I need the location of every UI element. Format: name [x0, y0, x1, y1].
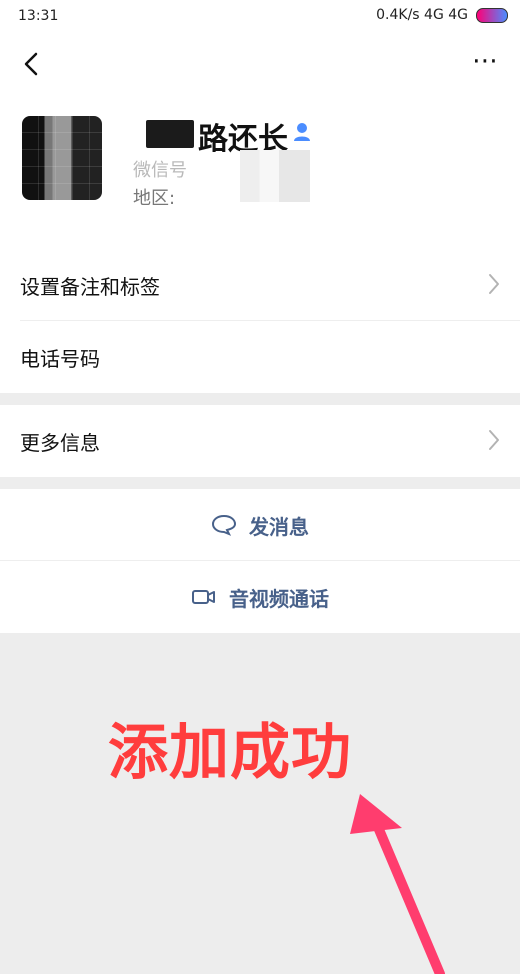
more-info-row[interactable]: 更多信息 [0, 405, 520, 477]
set-remark-row[interactable]: 设置备注和标签 [0, 249, 520, 321]
region-label: 地区: [133, 188, 176, 209]
info-redaction [240, 150, 310, 202]
chevron-right-icon [489, 274, 499, 294]
status-time: 13:31 [18, 8, 59, 24]
more-info-label: 更多信息 [20, 430, 100, 455]
set-remark-label: 设置备注和标签 [20, 274, 160, 299]
back-arrow-icon[interactable] [18, 48, 46, 80]
send-message-label: 发消息 [249, 514, 309, 539]
name-redaction [146, 120, 194, 148]
send-message-button[interactable]: 发消息 [0, 489, 520, 561]
phone-number-label: 电话号码 [20, 346, 100, 371]
wechat-id-label: 微信号 [133, 160, 187, 181]
user-icon [294, 123, 310, 141]
avatar[interactable] [22, 116, 102, 200]
video-camera-icon [192, 590, 215, 604]
status-bar: 13:31 0.4K/s 4G 4G [0, 0, 520, 32]
status-network-text: 0.4K/s 4G 4G [376, 7, 468, 23]
red-arrow-icon [350, 794, 445, 974]
phone-number-row[interactable]: 电话号码 [0, 321, 520, 393]
battery-icon [476, 7, 508, 23]
added-success-overlay: 添加成功 [108, 718, 352, 788]
status-icons: 0.4K/s 4G 4G [376, 7, 508, 23]
app-bar: ⋯ [0, 32, 520, 102]
video-call-button[interactable]: 音视频通话 [0, 561, 520, 633]
video-call-label: 音视频通话 [229, 586, 329, 611]
more-options-icon[interactable]: ⋯ [472, 46, 500, 76]
profile-card: 路还长 微信号 地区: [0, 102, 520, 249]
chat-bubble-icon [211, 514, 237, 536]
chevron-right-icon [489, 430, 499, 450]
